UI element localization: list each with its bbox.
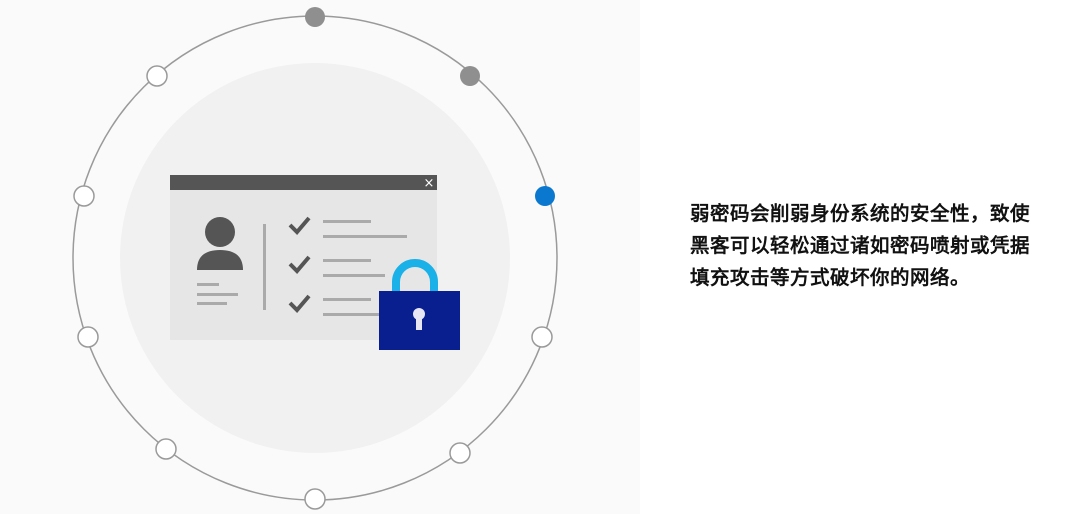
ring-dot-gray	[460, 66, 480, 86]
ring-dot-gray	[305, 7, 325, 27]
description-text: 弱密码会削弱身份系统的安全性，致使黑客可以轻松通过诸如密码喷射或凭据填充攻击等方…	[690, 202, 1031, 289]
ring-dot	[531, 326, 553, 348]
ring-dot	[304, 488, 326, 510]
window-titlebar	[170, 175, 437, 190]
ring-dot	[77, 326, 99, 348]
ring-dot	[146, 65, 168, 87]
close-icon: ×	[424, 176, 435, 191]
ring-dot	[155, 438, 177, 460]
ring-dot-active	[535, 186, 555, 206]
ring-dot	[449, 442, 471, 464]
divider	[263, 224, 266, 310]
ring-dot	[73, 185, 95, 207]
